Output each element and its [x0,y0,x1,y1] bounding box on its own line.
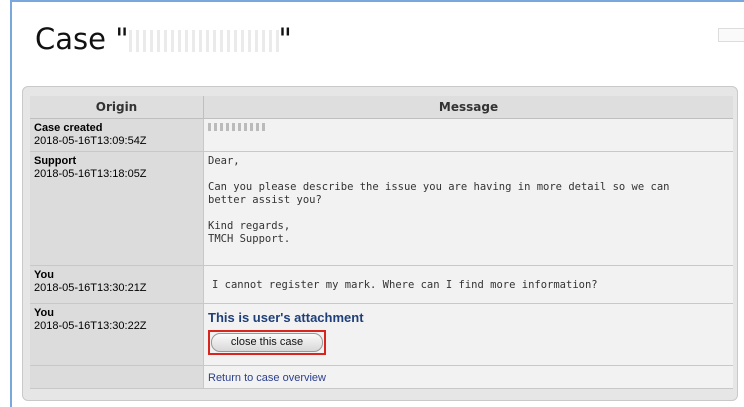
footer-cell: Return to case overview [203,365,733,389]
origin-header: Origin [30,96,204,119]
redacted-case-name [128,30,279,52]
message-cell [203,118,733,152]
redacted-text [208,123,266,131]
case-messages-panel: Origin Message Case created 2018-05-16T1… [22,86,738,401]
message-header: Message [203,96,733,119]
origin-name: You [34,307,54,319]
origin-date: 2018-05-16T13:30:22Z [34,320,147,332]
attachment-title: This is user's attachment [208,310,364,325]
page-title-suffix: " [278,22,292,56]
table-header-row: Origin Message [30,96,733,119]
origin-date: 2018-05-16T13:09:54Z [34,135,147,147]
table-row: You 2018-05-16T13:30:22Z This is user's … [30,303,733,366]
message-cell: This is user's attachment close this cas… [203,303,733,366]
table-row: Support 2018-05-16T13:18:05Z Dear, Can y… [30,151,733,266]
message-line: Can you please describe the issue you ar… [208,181,670,193]
origin-name: Case created [34,122,103,134]
origin-cell: Case created 2018-05-16T13:09:54Z [30,118,204,152]
origin-name: Support [34,155,77,167]
return-to-overview-link[interactable]: Return to case overview [208,372,326,384]
message-line: TMCH Support. [208,233,291,245]
message-cell: I cannot register my mark. Where can I f… [203,265,733,304]
origin-name: You [34,269,54,281]
message-line: Kind regards, [208,220,291,232]
close-case-highlight: close this case [208,330,326,355]
close-case-button[interactable]: close this case [211,333,323,352]
message-line: Dear, [208,155,240,167]
table-footer-row: Return to case overview [30,365,733,389]
table-row: Case created 2018-05-16T13:09:54Z [30,118,733,152]
message-cell: Dear, Can you please describe the issue … [203,151,733,266]
origin-date: 2018-05-16T13:30:21Z [34,282,147,294]
origin-cell-empty [30,365,204,389]
origin-cell: You 2018-05-16T13:30:21Z [30,265,204,304]
message-line: I cannot register my mark. Where can I f… [212,279,598,291]
page-title-prefix: Case " [35,22,129,56]
message-line: better assist you? [208,194,322,206]
corner-input[interactable] [718,28,744,42]
table-row: You 2018-05-16T13:30:21Z I cannot regist… [30,265,733,304]
messages-table: Origin Message Case created 2018-05-16T1… [30,96,733,389]
origin-date: 2018-05-16T13:18:05Z [34,168,147,180]
origin-cell: You 2018-05-16T13:30:22Z [30,303,204,366]
page-title: Case " " [35,22,292,56]
origin-cell: Support 2018-05-16T13:18:05Z [30,151,204,266]
